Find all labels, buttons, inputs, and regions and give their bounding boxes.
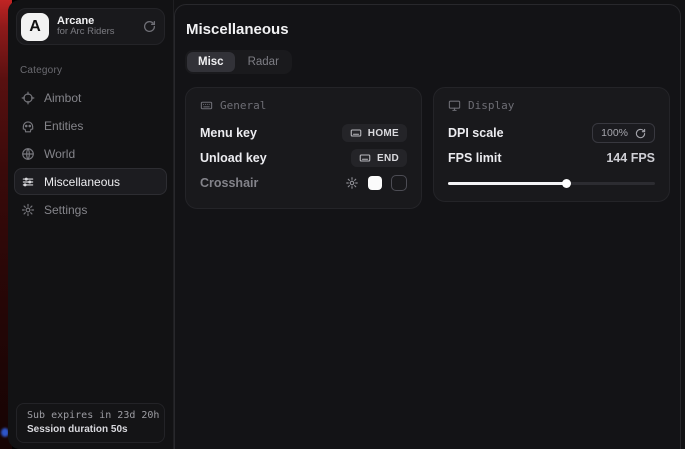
sidebar-item-entities[interactable]: Entities	[14, 112, 167, 139]
crosshair-row: Crosshair	[200, 171, 407, 195]
general-card: General Menu key HOME	[185, 87, 422, 209]
dpi-scale-row: DPI scale 100%	[448, 121, 655, 145]
sidebar-item-settings[interactable]: Settings	[14, 196, 167, 223]
dpi-scale-select[interactable]: 100%	[592, 123, 655, 143]
entities-icon	[21, 119, 35, 133]
monitor-icon	[448, 99, 461, 112]
tab-radar[interactable]: Radar	[237, 52, 290, 72]
fps-slider-thumb[interactable]	[562, 179, 571, 188]
sidebar-item-label: Entities	[44, 119, 83, 133]
sidebar-item-label: Miscellaneous	[44, 175, 120, 189]
menu-key-row: Menu key HOME	[200, 121, 407, 145]
fps-limit-slider[interactable]	[448, 178, 655, 188]
sidebar-item-world[interactable]: World	[14, 140, 167, 167]
crosshair-icon	[21, 91, 35, 105]
category-label: Category	[20, 65, 173, 76]
fps-slider-fill	[448, 182, 566, 185]
general-card-header: General	[200, 99, 407, 112]
unload-key-bind-button[interactable]: END	[351, 149, 407, 167]
cards-row: General Menu key HOME	[185, 87, 670, 209]
fps-limit-row: FPS limit 144 FPS	[448, 146, 655, 170]
tab-group: Misc Radar	[185, 50, 292, 74]
main-panel: Miscellaneous Misc Radar General	[174, 4, 681, 449]
sync-icon[interactable]	[143, 20, 156, 33]
unload-key-label: Unload key	[200, 151, 267, 165]
menu-key-bind-button[interactable]: HOME	[342, 124, 407, 142]
fps-limit-value: 144 FPS	[606, 151, 655, 165]
unload-key-value: END	[377, 153, 399, 164]
sidebar-item-label: Aimbot	[44, 91, 81, 105]
sidebar-nav: Aimbot Entities World	[8, 84, 173, 224]
app-meta: Arcane for Arc Riders	[57, 15, 135, 39]
menu-key-label: Menu key	[200, 126, 257, 140]
crosshair-color-swatch[interactable]	[368, 176, 382, 190]
sub-expiry-text: Sub expires in 23d 20h	[27, 410, 154, 421]
display-card: Display DPI scale 100%	[433, 87, 670, 202]
gear-icon	[21, 203, 35, 217]
crosshair-checkbox[interactable]	[391, 175, 407, 191]
menu-key-value: HOME	[368, 128, 399, 139]
app-window: A Arcane for Arc Riders Category Aimbot	[8, 0, 685, 449]
crosshair-label: Crosshair	[200, 176, 258, 190]
display-card-header: Display	[448, 99, 655, 112]
sidebar: A Arcane for Arc Riders Category Aimbot	[8, 0, 174, 449]
sidebar-item-label: Settings	[44, 203, 87, 217]
sidebar-item-miscellaneous[interactable]: Miscellaneous	[14, 168, 167, 195]
dpi-scale-label: DPI scale	[448, 126, 504, 140]
general-card-title: General	[220, 99, 266, 112]
app-logo: A	[21, 13, 49, 41]
page-title: Miscellaneous	[186, 21, 670, 38]
crosshair-controls	[345, 175, 407, 191]
refresh-icon	[635, 128, 646, 139]
globe-icon	[21, 147, 35, 161]
dpi-scale-value: 100%	[601, 127, 628, 139]
app-subtitle: for Arc Riders	[57, 27, 135, 38]
keyboard-icon	[359, 152, 371, 164]
grid-icon	[21, 175, 35, 189]
sidebar-item-aimbot[interactable]: Aimbot	[14, 84, 167, 111]
main-area: Miscellaneous Misc Radar General	[174, 0, 685, 449]
fps-limit-label: FPS limit	[448, 151, 501, 165]
tab-misc[interactable]: Misc	[187, 52, 235, 72]
sidebar-item-label: World	[44, 147, 75, 161]
keyboard-icon	[350, 127, 362, 139]
crosshair-settings-gear-icon[interactable]	[345, 176, 359, 190]
display-card-title: Display	[468, 99, 514, 112]
app-header-card: A Arcane for Arc Riders	[16, 8, 165, 45]
unload-key-row: Unload key END	[200, 146, 407, 170]
session-duration-text: Session duration 50s	[27, 424, 154, 435]
subscription-card: Sub expires in 23d 20h Session duration …	[16, 403, 165, 443]
keyboard-icon	[200, 99, 213, 112]
